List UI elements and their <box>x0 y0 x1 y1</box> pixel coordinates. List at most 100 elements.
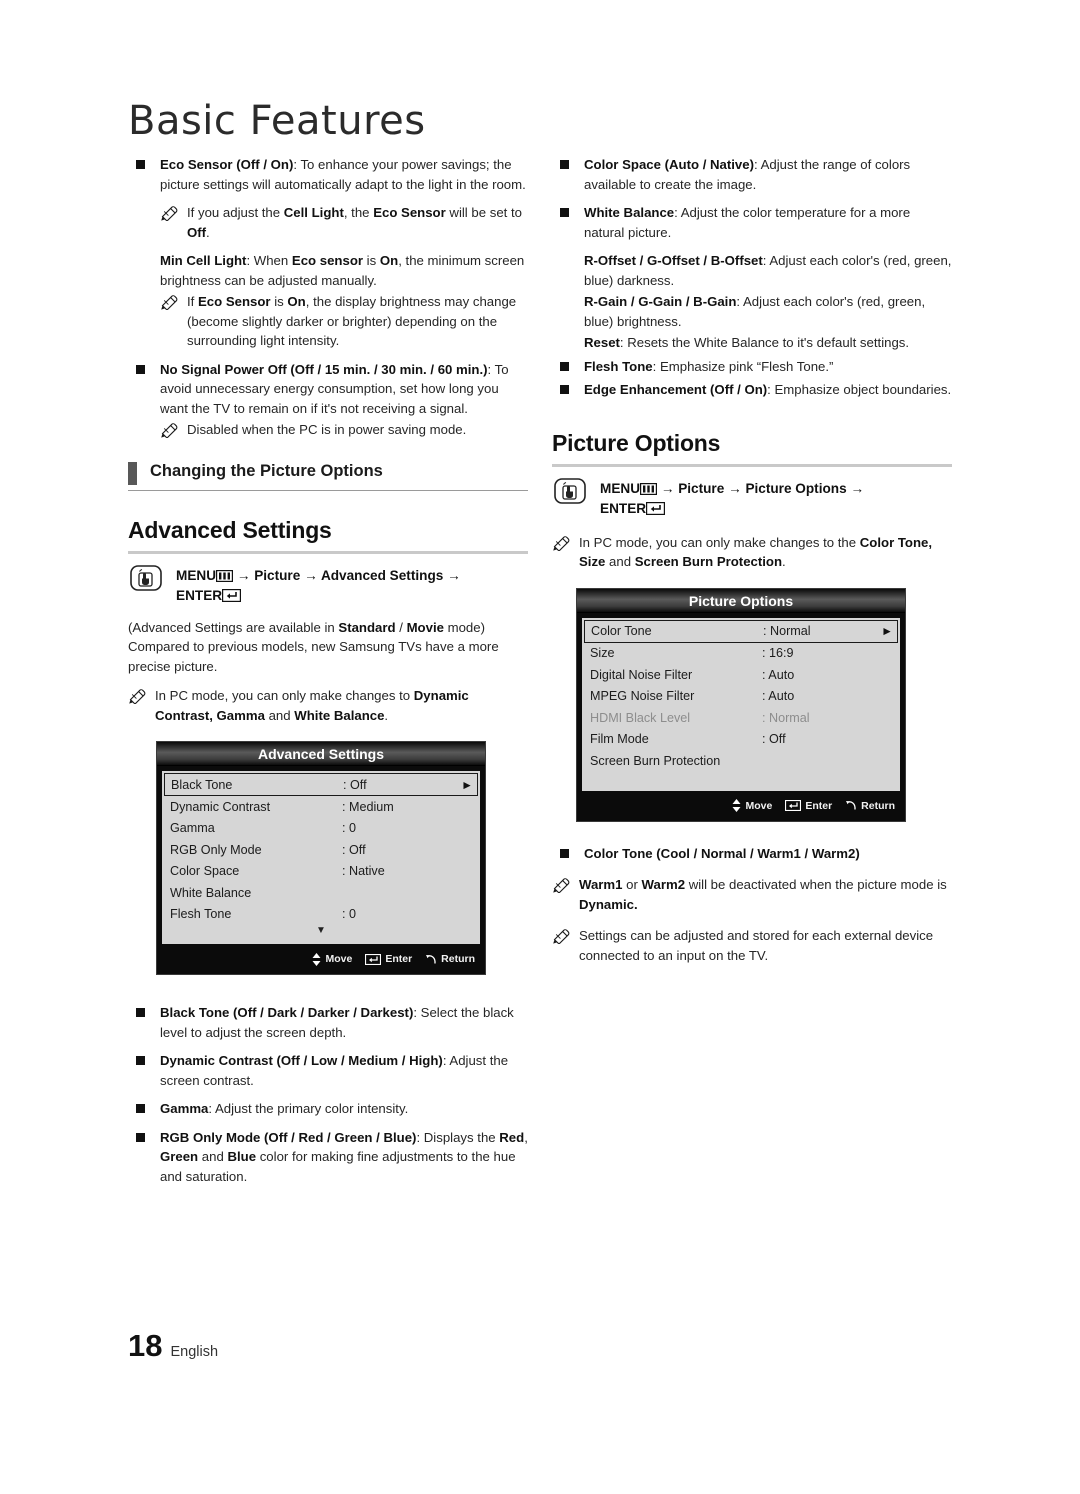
osd-row[interactable]: Digital Noise Filter : Auto <box>582 664 900 686</box>
hand-press-icon <box>130 564 162 591</box>
note-eco-mid: , the <box>343 205 374 220</box>
note-no-signal: Disabled when the PC is in power saving … <box>160 420 528 440</box>
osd-row[interactable]: Color Tone : Normal ► <box>584 619 898 643</box>
scroll-down-indicator-icon[interactable]: ▼ <box>162 925 480 940</box>
osd-enter-label: Enter <box>385 953 413 965</box>
bullet-square-icon <box>560 385 569 394</box>
osd-enter-label: Enter <box>805 799 833 812</box>
heading-picture-options: Picture Options <box>552 430 952 467</box>
osd-row-label: White Balance <box>170 885 252 900</box>
adv-pc-b2: White Balance <box>294 707 385 723</box>
osd-row[interactable]: Dynamic Contrast : Medium <box>162 796 480 818</box>
warm-b1: Warm1 <box>579 877 623 892</box>
bullet-square-icon <box>136 1056 145 1065</box>
term-black-tone: Black Tone (Off / Dark / Darker / Darkes… <box>160 1005 414 1020</box>
chevron-right-icon: ► <box>881 624 893 638</box>
mcl-pre: : When <box>246 253 292 268</box>
term-flesh-tone: Flesh Tone <box>584 358 653 374</box>
osd-row-value: : Normal <box>763 624 811 638</box>
rgb-b1: Red <box>499 1129 525 1145</box>
term-reset: Reset <box>584 335 620 350</box>
menu-arrow-3: → <box>447 567 461 583</box>
osd-row[interactable]: MPEG Noise Filter : Auto <box>582 686 900 708</box>
osd-enter-hint: Enter <box>785 800 832 812</box>
manual-page: Basic Features Eco Sensor (Off / On): To… <box>0 0 1080 1494</box>
osd-move-hint: Move <box>732 799 772 812</box>
bullet-square-icon <box>560 361 569 371</box>
note-eco-sensor: If you adjust the Cell Light, the Eco Se… <box>160 203 528 242</box>
enter-key-icon <box>646 501 666 515</box>
rgb-b2: Green <box>160 1149 199 1164</box>
bullet-square-icon <box>560 848 569 858</box>
bullet-square-icon <box>560 160 569 169</box>
osd-row-label: Black Tone <box>171 777 233 792</box>
osd-row[interactable]: Flesh Tone : 0 <box>162 904 480 926</box>
osd-row-label: MPEG Noise Filter <box>590 689 695 704</box>
osd-row[interactable]: RGB Only Mode : Off <box>162 839 480 861</box>
pencil-note-icon <box>553 878 570 893</box>
osd-return-hint: Return <box>845 800 895 812</box>
left-column: Eco Sensor (Off / On): To enhance your p… <box>128 155 528 1186</box>
warm-b2: Warm2 <box>641 877 686 892</box>
osd-row-label: Flesh Tone <box>170 907 232 922</box>
osd-row[interactable]: Black Tone : Off ► <box>164 773 478 796</box>
stored-note-text: Settings can be adjusted and stored for … <box>579 928 934 963</box>
osd-row: HDMI Black Level : Normal <box>582 707 900 729</box>
enter-key-icon <box>365 953 382 965</box>
mcln-b2: On <box>287 294 306 309</box>
text-edge-enhancement: : Emphasize object boundaries. <box>767 382 952 397</box>
adv-pc-post: . <box>384 707 389 723</box>
heading-advanced-settings: Advanced Settings <box>128 517 528 554</box>
term-dynamic-contrast: Dynamic Contrast (Off / Low / Medium / H… <box>160 1053 443 1068</box>
right-column: Color Space (Auto / Native): Adjust the … <box>552 155 952 965</box>
page-language: English <box>170 1344 219 1360</box>
bullet-edge-enhancement: Edge Enhancement (Off / On): Emphasize o… <box>552 380 952 400</box>
osd-row[interactable]: Screen Burn Protection <box>582 750 900 772</box>
pencil-note-icon <box>161 206 178 221</box>
osd-picture-options: Picture Options Color Tone : Normal ► Si… <box>576 587 906 822</box>
osd-row-label: Film Mode <box>590 732 649 747</box>
menu-arrow-3: → <box>850 480 865 496</box>
osd-row-label: Digital Noise Filter <box>590 667 693 682</box>
term-gamma: Gamma <box>160 1101 209 1116</box>
osd-row-label: Size <box>590 646 615 661</box>
osd-body: Black Tone : Off ► Dynamic Contrast : Me… <box>162 771 480 944</box>
osd-move-label: Move <box>325 953 353 965</box>
adv-pc-mid: and <box>264 707 295 723</box>
mcln-mid: is <box>270 294 288 309</box>
menu-arrow-2: → <box>304 567 318 583</box>
osd-row-value: : Auto <box>762 689 795 704</box>
enter-key-icon <box>785 800 802 811</box>
para-min-cell-light: Min Cell Light: When Eco sensor is On, t… <box>128 251 528 290</box>
osd-row[interactable]: Color Space : Native <box>162 861 480 883</box>
osd-row-label: Color Tone <box>591 624 652 638</box>
term-color-tone: Color Tone (Cool / Normal / Warm1 / Warm… <box>584 845 860 861</box>
osd-row[interactable]: White Balance <box>162 882 480 904</box>
mcl-b2: On <box>379 253 399 268</box>
osd-row-label: RGB Only Mode <box>170 842 262 857</box>
bullet-color-space: Color Space (Auto / Native): Adjust the … <box>552 155 952 194</box>
osd-row-label: Screen Burn Protection <box>590 753 721 768</box>
rgb-mid2: and <box>198 1149 228 1164</box>
pic-pc-post: . <box>782 554 786 569</box>
mcln-pre: If <box>187 294 198 309</box>
osd-row[interactable]: Size : 16:9 <box>582 643 900 665</box>
bullet-black-tone: Black Tone (Off / Dark / Darker / Darkes… <box>128 1003 528 1042</box>
enter-key-icon <box>222 588 242 602</box>
text-gamma: : Adjust the primary color intensity. <box>208 1101 409 1116</box>
osd-footer-bar: Move Enter Return <box>577 790 905 821</box>
term-eco-sensor: Eco Sensor (Off / On) <box>160 157 294 172</box>
osd-spacer <box>582 772 900 787</box>
term-no-signal: No Signal Power Off (Off / 15 min. / 30 … <box>160 361 488 377</box>
osd-row-label: Dynamic Contrast <box>170 799 271 814</box>
osd-row[interactable]: Film Mode : Off <box>582 729 900 751</box>
osd-footer-bar: Move Enter Return <box>157 944 485 974</box>
osd-row-value: : 16:9 <box>762 646 794 661</box>
bullet-square-icon <box>136 1008 145 1017</box>
osd-move-hint: Move <box>312 952 353 966</box>
osd-row[interactable]: Gamma : 0 <box>162 818 480 840</box>
bullet-no-signal-power-off: No Signal Power Off (Off / 15 min. / 30 … <box>128 360 528 419</box>
pic-pc-b2: Screen Burn Protection <box>634 554 783 569</box>
para-advanced-intro: (Advanced Settings are available in Stan… <box>128 618 528 677</box>
hand-press-icon <box>554 477 586 504</box>
